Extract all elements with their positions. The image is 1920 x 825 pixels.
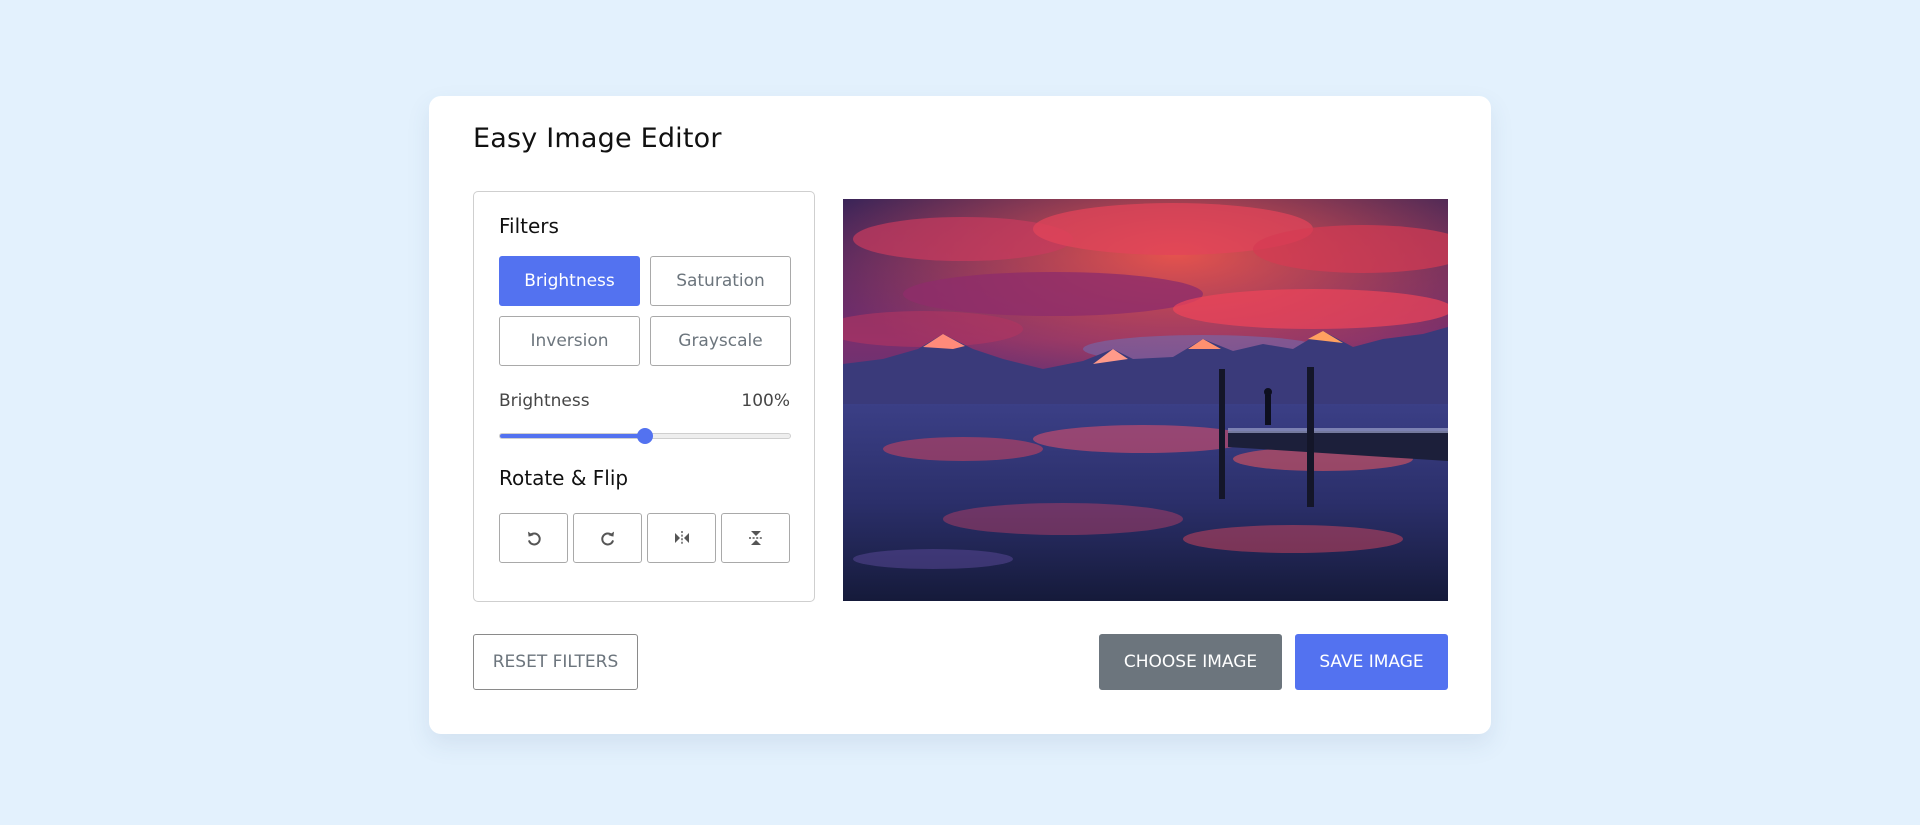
rotate-right-icon [600,531,614,546]
slider-name-label: Brightness [499,391,590,411]
flip-horizontal-button[interactable] [647,513,716,563]
rotate-right-button[interactable] [573,513,642,563]
grayscale-filter-button[interactable]: Grayscale [650,316,791,366]
image-preview [843,199,1448,601]
save-image-button[interactable]: Save Image [1295,634,1448,690]
rotate-left-button[interactable] [499,513,568,563]
slider-fill [500,434,645,438]
brightness-filter-button[interactable]: Brightness [499,256,640,306]
flip-horizontal-icon [674,531,689,545]
rotate-flip-heading: Rotate & Flip [499,466,629,490]
saturation-filter-button[interactable]: Saturation [650,256,791,306]
preview-photo [843,199,1448,601]
slider-thumb[interactable] [637,428,653,444]
inversion-filter-button[interactable]: Inversion [499,316,640,366]
reset-filters-button[interactable]: Reset Filters [473,634,638,690]
filter-slider[interactable] [499,428,791,444]
page-title: Easy Image Editor [473,123,722,154]
controls-panel: Filters Brightness Saturation Inversion … [473,191,815,602]
choose-image-button[interactable]: Choose Image [1099,634,1282,690]
filters-heading: Filters [499,214,559,238]
rotate-left-icon [527,531,541,546]
editor-card: Easy Image Editor Filters Brightness Sat… [429,96,1491,734]
slider-value-label: 100% [741,391,790,411]
flip-vertical-button[interactable] [721,513,790,563]
flip-vertical-icon [748,531,763,545]
